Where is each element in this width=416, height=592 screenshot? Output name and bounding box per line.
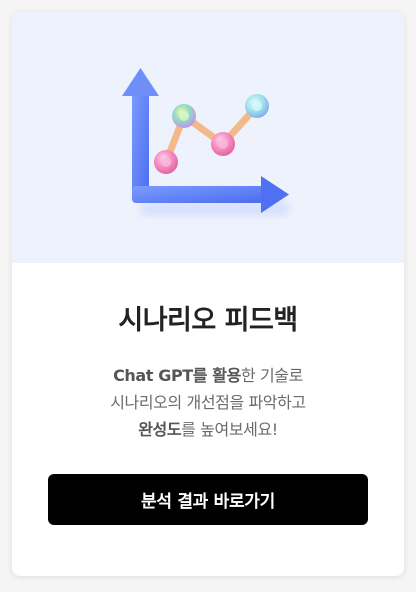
line-chart-icon [122, 68, 290, 216]
view-analysis-results-button[interactable]: 분석 결과 바로가기 [48, 474, 368, 525]
card-description: Chat GPT를 활용한 기술로 시나리오의 개선점을 파악하고 완성도를 높… [12, 362, 404, 443]
description-line-2: 시나리오의 개선점을 파악하고 [110, 393, 306, 412]
description-line-1: Chat GPT를 활용한 기술로 [12, 362, 404, 389]
description-line-1-rest: 한 기술로 [240, 366, 303, 385]
y-axis-bar [132, 90, 149, 202]
scenario-feedback-card: 시나리오 피드백 Chat GPT를 활용한 기술로 시나리오의 개선점을 파악… [12, 12, 404, 576]
description-highlight-completion: 완성도 [138, 420, 182, 439]
y-axis-arrow-head [122, 68, 159, 96]
card-title: 시나리오 피드백 [118, 305, 298, 336]
description-highlight-chatgpt: Chat GPT를 활용 [113, 366, 241, 385]
hero-illustration [12, 12, 404, 263]
description-line-3: 완성도를 높여보세요! [12, 416, 404, 443]
description-line-3-rest: 를 높여보세요! [181, 420, 278, 439]
x-axis-bar [132, 186, 270, 203]
